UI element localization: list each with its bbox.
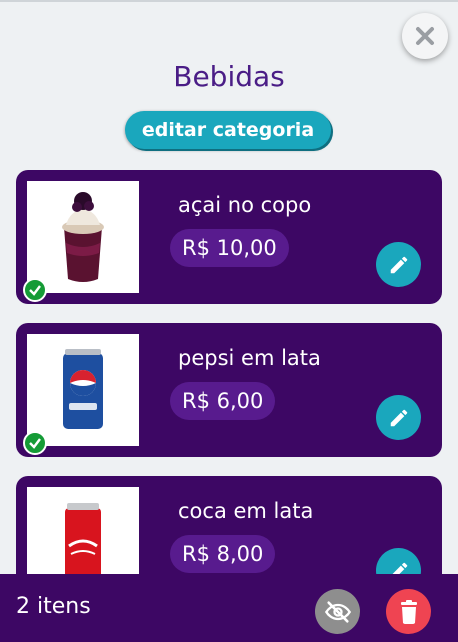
edit-product-button[interactable] bbox=[376, 242, 421, 287]
category-title: Bebidas bbox=[173, 60, 285, 93]
edit-product-button[interactable] bbox=[376, 395, 421, 440]
available-check-icon bbox=[23, 278, 47, 302]
available-check-icon bbox=[23, 431, 47, 455]
edit-product-button[interactable] bbox=[376, 548, 421, 574]
product-price: R$ 6,00 bbox=[170, 382, 276, 420]
product-image-pepsi bbox=[23, 334, 139, 455]
pencil-icon bbox=[391, 562, 407, 574]
close-button[interactable] bbox=[402, 13, 448, 59]
product-name: coca em lata bbox=[178, 499, 314, 523]
product-card[interactable]: coca em lata R$ 8,00 bbox=[16, 476, 442, 574]
pencil-icon bbox=[390, 256, 407, 273]
product-card[interactable]: açai no copo R$ 10,00 bbox=[16, 170, 442, 304]
close-icon bbox=[416, 27, 434, 45]
product-image-acai bbox=[23, 181, 139, 302]
bottom-bar: 2 itens bbox=[0, 574, 458, 642]
product-card[interactable]: pepsi em lata R$ 6,00 bbox=[16, 323, 442, 457]
product-price: R$ 8,00 bbox=[170, 535, 276, 573]
product-price: R$ 10,00 bbox=[170, 229, 289, 267]
trash-icon bbox=[400, 599, 417, 624]
pencil-icon bbox=[390, 409, 407, 426]
product-name: açai no copo bbox=[178, 193, 312, 217]
hide-button[interactable] bbox=[315, 589, 360, 634]
product-image-coca bbox=[27, 487, 139, 574]
eye-off-icon bbox=[324, 600, 351, 623]
delete-button[interactable] bbox=[386, 589, 431, 634]
edit-category-button[interactable]: editar categoria bbox=[125, 111, 331, 149]
product-name: pepsi em lata bbox=[178, 346, 321, 370]
item-count: 2 itens bbox=[16, 594, 91, 619]
